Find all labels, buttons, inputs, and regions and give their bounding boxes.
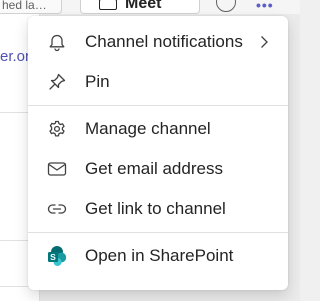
menu-item-label: Get email address — [85, 159, 223, 178]
menu-item-open-in-sharepoint[interactable]: S Open in SharePoint — [28, 236, 288, 276]
menu-item-channel-notifications[interactable]: Channel notifications — [28, 22, 288, 62]
menu-item-get-email-address[interactable]: Get email address — [28, 149, 288, 189]
chevron-right-icon — [256, 34, 272, 50]
menu-divider — [28, 105, 288, 106]
menu-item-get-link-to-channel[interactable]: Get link to channel — [28, 189, 288, 229]
more-options-icon[interactable]: ••• — [256, 0, 274, 13]
background-link[interactable]: er.or — [0, 48, 30, 65]
sharepoint-icon: S — [46, 245, 68, 267]
meet-label: Meet — [125, 0, 162, 12]
video-camera-icon — [99, 0, 117, 10]
channel-context-menu: Channel notifications Pin Manage channel — [28, 16, 288, 290]
menu-item-manage-channel[interactable]: Manage channel — [28, 109, 288, 149]
menu-item-label: Open in SharePoint — [85, 246, 234, 265]
menu-item-label: Get link to channel — [85, 199, 226, 218]
menu-divider — [28, 232, 288, 233]
background-tab[interactable]: hed la… — [0, 0, 62, 14]
gear-icon — [46, 118, 68, 140]
meet-button[interactable]: Meet — [80, 0, 200, 14]
menu-item-label: Channel notifications — [85, 32, 243, 51]
svg-text:S: S — [50, 252, 56, 262]
bell-icon — [46, 31, 68, 53]
mail-icon — [46, 158, 68, 180]
menu-item-label: Pin — [85, 72, 110, 91]
link-icon — [46, 198, 68, 220]
menu-item-label: Manage channel — [85, 119, 211, 138]
menu-item-pin[interactable]: Pin — [28, 62, 288, 102]
pin-icon — [46, 71, 68, 93]
